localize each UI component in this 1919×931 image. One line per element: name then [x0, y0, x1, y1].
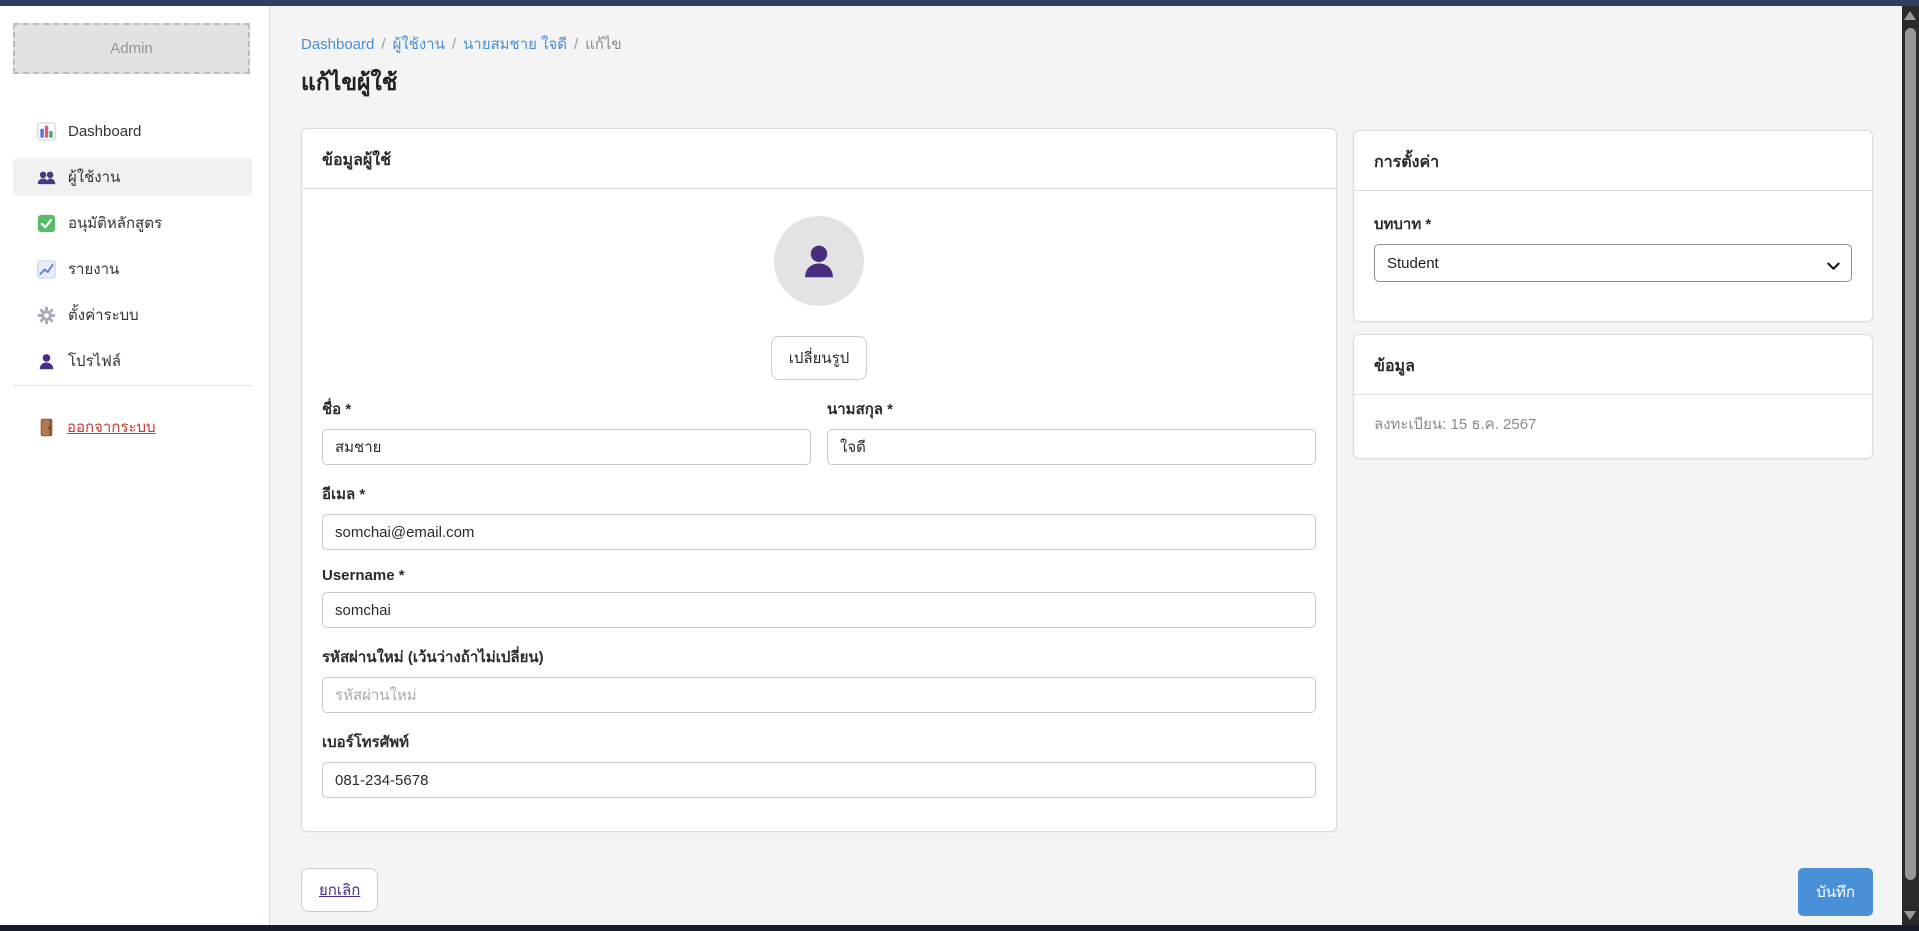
bar-chart-icon — [37, 122, 56, 141]
phone-input[interactable] — [322, 762, 1316, 798]
approve-check-icon — [37, 214, 56, 233]
info-card-title: ข้อมูล — [1354, 335, 1872, 395]
save-button[interactable]: บันทึก — [1798, 868, 1873, 916]
browser-bottom-strip — [0, 925, 1919, 931]
sidebar-item-profile[interactable]: โปรไฟล์ — [13, 342, 252, 380]
user-info-form: เปลี่ยนรูป ชื่อ * นามสกุล * อีเมล * User… — [302, 216, 1336, 818]
first-name-field-group: ชื่อ * — [322, 380, 811, 465]
sidebar-item-label: Dashboard — [68, 123, 141, 140]
scrollbar-thumb[interactable] — [1905, 28, 1916, 880]
avatar — [774, 216, 864, 306]
sidebar-item-label: โปรไฟล์ — [68, 349, 121, 373]
sidebar-item-label: อนุมัติหลักสูตร — [68, 211, 162, 235]
cancel-button[interactable]: ยกเลิก — [301, 868, 378, 912]
person-silhouette-icon — [796, 238, 842, 284]
scrollbar-down-arrow-icon[interactable] — [1904, 911, 1916, 920]
footer-cancel-wrap: ยกเลิก — [301, 868, 378, 912]
cancel-button-label: ยกเลิก — [319, 882, 360, 899]
user-info-card-title: ข้อมูลผู้ใช้ — [302, 129, 1336, 189]
admin-brand-label: Admin — [110, 40, 153, 57]
info-card: ข้อมูล ลงทะเบียน: 15 ธ.ค. 2567 — [1353, 334, 1873, 459]
last-name-input[interactable] — [827, 429, 1316, 465]
phone-label: เบอร์โทรศัพท์ — [322, 730, 1316, 754]
role-select-wrap: Student — [1374, 244, 1852, 282]
sidebar-item-label: รายงาน — [68, 257, 119, 281]
last-name-field-group: นามสกุล * — [827, 380, 1316, 465]
role-label: บทบาท * — [1374, 212, 1852, 236]
change-photo-button[interactable]: เปลี่ยนรูป — [771, 336, 867, 380]
breadcrumb-users[interactable]: ผู้ใช้งาน — [393, 36, 445, 53]
app-window: Admin Dashboard ผู้ใช้งาน อนุมัติหลักสูต… — [0, 0, 1919, 931]
main-content: Dashboard/ผู้ใช้งาน/นายสมชาย ใจดี/แก้ไข … — [271, 6, 1902, 925]
sidebar-item-dashboard[interactable]: Dashboard — [13, 112, 252, 150]
breadcrumb-current: แก้ไข — [585, 36, 622, 53]
page-scrollbar[interactable] — [1902, 6, 1919, 925]
email-label: อีเมล * — [322, 482, 1316, 506]
username-input[interactable] — [322, 592, 1316, 628]
breadcrumb-separator: / — [574, 36, 578, 53]
logout-label: ออกจากระบบ — [67, 415, 156, 439]
door-icon — [37, 418, 56, 437]
gear-icon — [37, 306, 56, 325]
sidebar: Admin Dashboard ผู้ใช้งาน อนุมัติหลักสูต… — [0, 6, 270, 925]
footer-save-wrap: บันทึก — [1353, 868, 1873, 916]
first-name-input[interactable] — [322, 429, 811, 465]
users-icon — [37, 168, 56, 187]
sidebar-divider — [13, 385, 252, 386]
breadcrumb-separator: / — [381, 36, 385, 53]
breadcrumb-dashboard[interactable]: Dashboard — [301, 36, 374, 53]
first-name-label: ชื่อ * — [322, 397, 811, 421]
last-name-label: นามสกุล * — [827, 397, 1316, 421]
settings-card-title: การตั้งค่า — [1354, 131, 1872, 191]
breadcrumb-separator: / — [452, 36, 456, 53]
breadcrumb-user-name[interactable]: นายสมชาย ใจดี — [463, 36, 567, 53]
new-password-input[interactable] — [322, 677, 1316, 713]
logout-link[interactable]: ออกจากระบบ — [37, 415, 156, 439]
username-label: Username * — [322, 567, 1316, 584]
user-info-card: ข้อมูลผู้ใช้ เปลี่ยนรูป ชื่อ * — [301, 128, 1337, 832]
sidebar-item-approve-courses[interactable]: อนุมัติหลักสูตร — [13, 204, 252, 242]
settings-card-body: บทบาท * Student — [1354, 191, 1872, 300]
sidebar-item-label: ตั้งค่าระบบ — [68, 303, 139, 327]
sidebar-item-label: ผู้ใช้งาน — [68, 165, 120, 189]
settings-card: การตั้งค่า บทบาท * Student — [1353, 130, 1873, 322]
sidebar-item-system-settings[interactable]: ตั้งค่าระบบ — [13, 296, 252, 334]
person-icon — [37, 352, 56, 371]
breadcrumb: Dashboard / ผู้ใช้งาน / นายสมชาย ใจดี / แก้ไข — [301, 32, 622, 56]
scrollbar-up-arrow-icon[interactable] — [1904, 11, 1916, 20]
sidebar-item-users[interactable]: ผู้ใช้งาน — [13, 158, 252, 196]
email-input[interactable] — [322, 514, 1316, 550]
change-photo-wrap: เปลี่ยนรูป — [322, 336, 1316, 380]
registered-date-text: ลงทะเบียน: 15 ธ.ค. 2567 — [1354, 395, 1872, 453]
sidebar-nav: Dashboard ผู้ใช้งาน อนุมัติหลักสูตร รายง… — [13, 112, 252, 388]
avatar-wrap — [322, 216, 1316, 306]
new-password-label: รหัสผ่านใหม่ (เว้นว่างถ้าไม่เปลี่ยน) — [322, 645, 1316, 669]
role-select[interactable]: Student — [1374, 244, 1852, 282]
page-title: แก้ไขผู้ใช้ — [301, 65, 397, 101]
line-chart-icon — [37, 260, 56, 279]
sidebar-item-reports[interactable]: รายงาน — [13, 250, 252, 288]
admin-brand-box: Admin — [13, 23, 250, 74]
